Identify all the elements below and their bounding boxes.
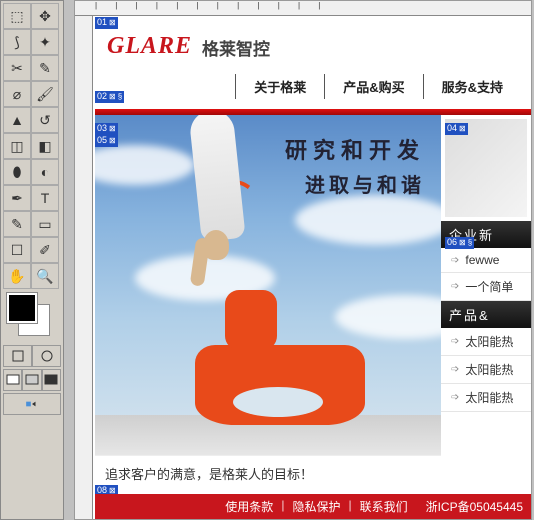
marquee-tool[interactable]: ⬚ xyxy=(3,3,31,29)
brand-name-cn: 格莱智控 xyxy=(202,35,270,60)
footer-icp: 浙ICP备05045445 xyxy=(426,498,523,515)
product-item[interactable]: ➩太阳能热 xyxy=(441,384,531,412)
stamp-tool[interactable]: ▲ xyxy=(3,107,31,133)
brand-name-en: GLARE xyxy=(107,33,192,60)
foreground-color-swatch[interactable] xyxy=(7,293,37,323)
arrow-icon: ➩ xyxy=(451,281,459,292)
crop-tool[interactable]: ✂ xyxy=(3,55,31,81)
hero-section: 研究和开发 进取与和谐 追求客户的满意，是格莱人的目标！ xyxy=(95,115,441,491)
eraser-tool[interactable]: ◫ xyxy=(3,133,31,159)
move-tool[interactable]: ✥ xyxy=(31,3,59,29)
lasso-tool[interactable]: ⟆ xyxy=(3,29,31,55)
notes-tool[interactable]: ☐ xyxy=(3,237,31,263)
arrow-icon: ➩ xyxy=(451,364,459,375)
vertical-ruler xyxy=(75,16,93,519)
hand-tool[interactable]: ✋ xyxy=(3,263,31,289)
nav-service[interactable]: 服务&支持 xyxy=(423,74,521,99)
arrow-icon: ➩ xyxy=(451,336,459,347)
arrow-icon: ➩ xyxy=(451,255,459,266)
photoshop-toolbox: ⬚✥ ⟆✦ ✂✎ ⌀🖌 ▲↺ ◫◧ ⬮◐ ✒T ✎▭ ☐✐ ✋🔍 xyxy=(0,0,64,520)
slice-link-icon: ⊠ xyxy=(459,237,466,248)
eyedropper-tool[interactable]: ✐ xyxy=(31,237,59,263)
page-footer: 使用条款| 隐私保护| 联系我们 浙ICP备05045445 xyxy=(95,494,531,519)
slice-marker-06[interactable]: 06⊠§ xyxy=(445,237,474,249)
dodge-tool[interactable]: ◐ xyxy=(31,159,59,185)
product-item[interactable]: ➩太阳能热 xyxy=(441,328,531,356)
footer-terms[interactable]: 使用条款 xyxy=(225,498,273,515)
standard-mode-icon[interactable] xyxy=(3,345,32,367)
slice-link-icon: ⊠ xyxy=(459,123,466,134)
hero-figure-chair xyxy=(195,345,365,425)
news-item[interactable]: ➩fewwe xyxy=(441,248,531,273)
path-tool[interactable]: ✒ xyxy=(3,185,31,211)
horizontal-ruler: | | | | | | | | | | | | xyxy=(75,1,531,16)
product-item[interactable]: ➩太阳能热 xyxy=(441,356,531,384)
hero-figure-person xyxy=(175,115,255,290)
hero-headline: 研究和开发 进取与和谐 xyxy=(285,133,425,198)
document-canvas: | | | | | | | | | | | | GLARE 格莱智控 关于格莱 … xyxy=(74,0,532,520)
slice-link-icon: ⊠ xyxy=(109,17,116,28)
slice-marker-02[interactable]: 02⊠§ xyxy=(95,91,124,103)
nav-products[interactable]: 产品&购买 xyxy=(324,74,422,99)
slice-marker-01[interactable]: 01⊠ xyxy=(95,17,118,29)
quickmask-mode-icon[interactable] xyxy=(32,345,61,367)
slice-link-icon: ⊠ xyxy=(109,123,116,134)
slice-marker-05[interactable]: 05⊠ xyxy=(95,135,118,147)
heal-tool[interactable]: ⌀ xyxy=(3,81,31,107)
webpage-mockup: GLARE 格莱智控 关于格莱 产品&购买 服务&支持 xyxy=(95,17,531,519)
slice-chain-icon: § xyxy=(118,91,122,102)
hero-line2: 进取与和谐 xyxy=(285,169,425,198)
brush-tool[interactable]: 🖌 xyxy=(31,81,59,107)
imageready-icon[interactable] xyxy=(3,393,61,415)
type-tool[interactable]: T xyxy=(31,185,59,211)
main-nav: 关于格莱 产品&购买 服务&支持 xyxy=(107,74,521,99)
news-item[interactable]: ➩一个简单 xyxy=(441,273,531,301)
footer-contact[interactable]: 联系我们 xyxy=(360,498,408,515)
pen-tool[interactable]: ✎ xyxy=(3,211,31,237)
blur-tool[interactable]: ⬮ xyxy=(3,159,31,185)
footer-privacy[interactable]: 隐私保护 xyxy=(292,498,340,515)
zoom-tool[interactable]: 🔍 xyxy=(31,263,59,289)
hero-image: 研究和开发 进取与和谐 xyxy=(95,115,441,455)
sidebar-products-head: 产品& xyxy=(441,301,531,328)
slice-marker-04[interactable]: 04⊠ xyxy=(445,123,468,135)
slice-chain-icon: § xyxy=(468,237,472,248)
screen-mode-2-icon[interactable] xyxy=(22,369,41,391)
screen-mode-1-icon[interactable] xyxy=(3,369,22,391)
slice-tool[interactable]: ✎ xyxy=(31,55,59,81)
wand-tool[interactable]: ✦ xyxy=(31,29,59,55)
slice-link-icon: ⊠ xyxy=(109,135,116,146)
hero-caption: 追求客户的满意，是格莱人的目标！ xyxy=(95,455,441,491)
brand-logo: GLARE 格莱智控 xyxy=(107,33,521,60)
screen-mode-3-icon[interactable] xyxy=(42,369,61,391)
gradient-tool[interactable]: ◧ xyxy=(31,133,59,159)
sidebar: 企业新 ➩fewwe ➩一个简单 产品& ➩太阳能热 ➩太阳能热 ➩太阳能热 xyxy=(441,115,531,491)
slice-link-icon: ⊠ xyxy=(109,91,116,102)
history-brush-tool[interactable]: ↺ xyxy=(31,107,59,133)
nav-about[interactable]: 关于格莱 xyxy=(235,74,324,99)
slice-marker-03[interactable]: 03⊠ xyxy=(95,123,118,135)
arrow-icon: ➩ xyxy=(451,392,459,403)
shape-tool[interactable]: ▭ xyxy=(31,211,59,237)
hero-line1: 研究和开发 xyxy=(285,133,425,165)
color-swatches[interactable] xyxy=(7,293,57,341)
page-header: GLARE 格莱智控 关于格莱 产品&购买 服务&支持 xyxy=(95,17,531,109)
